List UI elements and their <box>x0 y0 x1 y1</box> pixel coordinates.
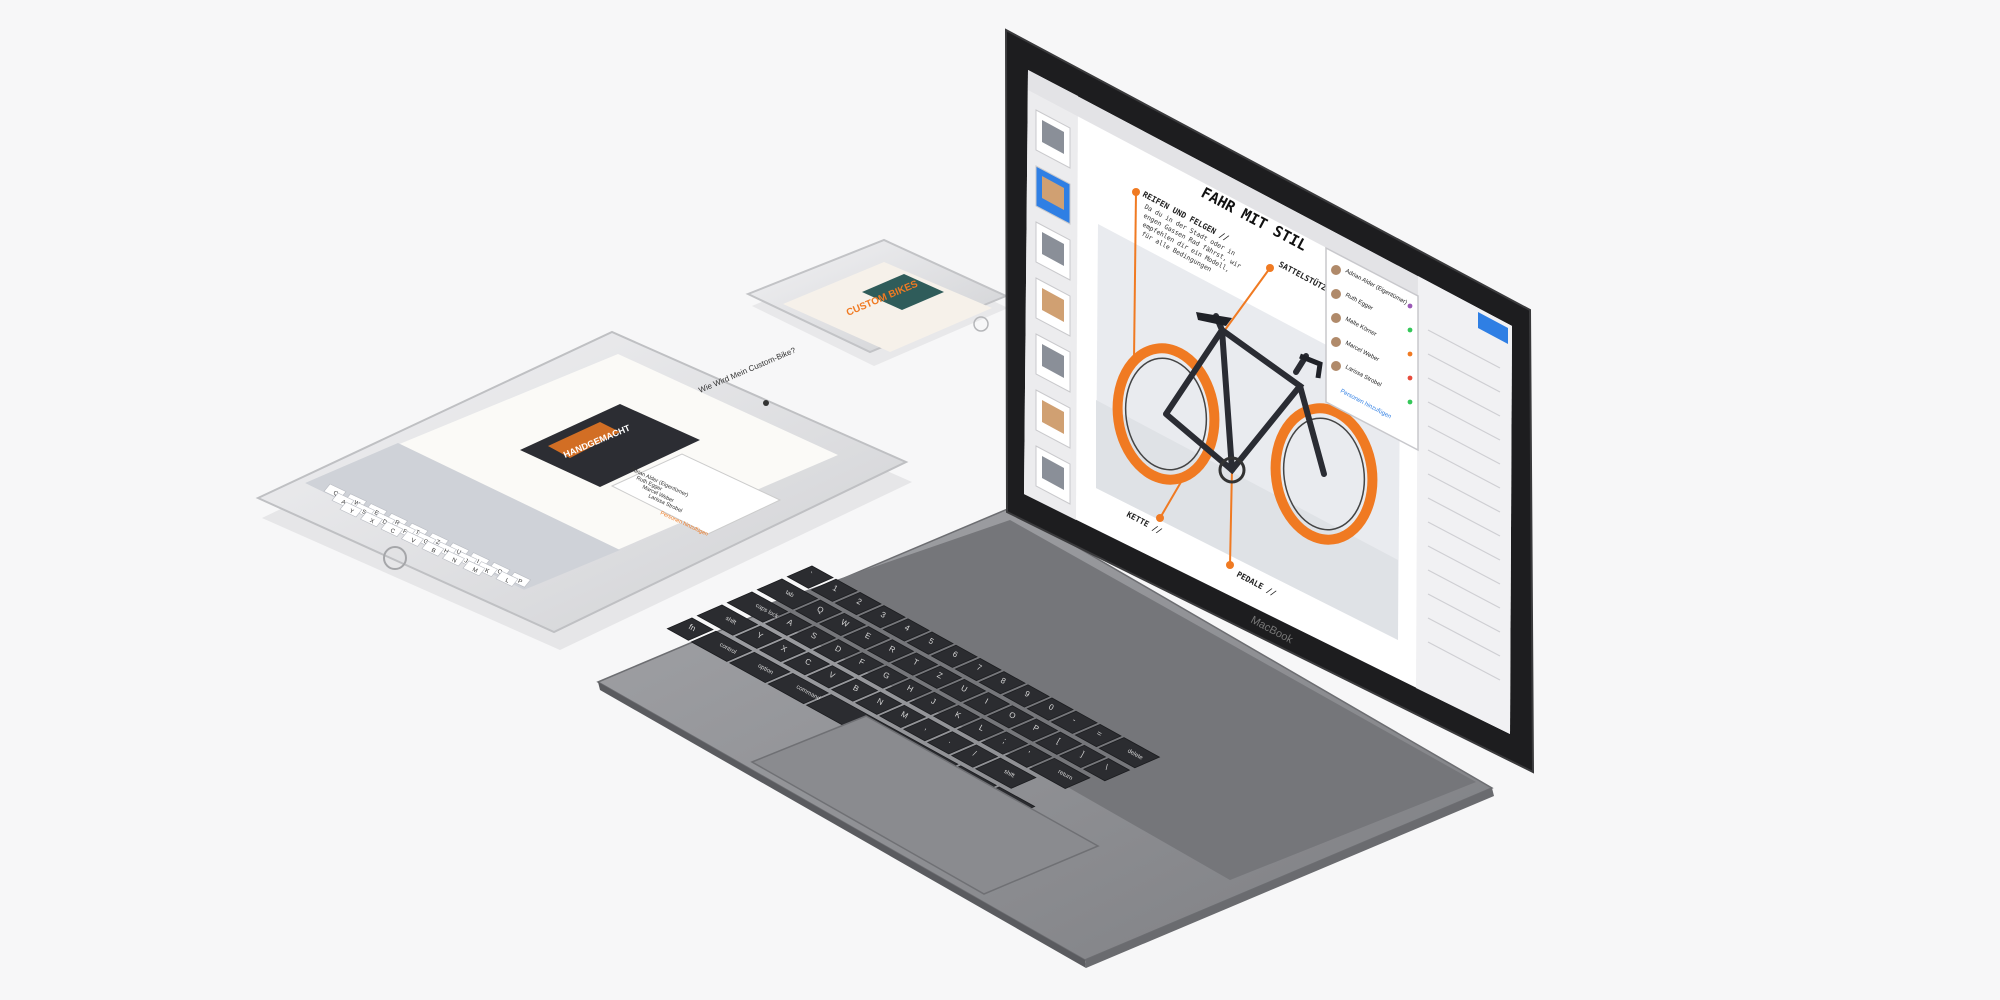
ipad-doc-heading: Wie Wird Mein Custom-Bike? <box>697 346 797 395</box>
collaborator-avatar <box>1331 289 1341 299</box>
collaborator-status-dot <box>1407 327 1413 333</box>
ipad-camera <box>763 400 769 406</box>
format-inspector <box>1416 276 1512 734</box>
collaborator-avatar <box>1331 265 1341 275</box>
collaborator-status-dot <box>1407 303 1413 309</box>
iphone: CUSTOM BIKES <box>745 238 1009 366</box>
collaborator-avatar <box>1331 313 1341 323</box>
collaborator-status-dot <box>1407 351 1413 357</box>
collaborator-status-dot <box>1407 375 1413 381</box>
collaborator-avatar <box>1331 337 1341 347</box>
device-scene: Wie Wird Mein Custom-Bike? HANDGEMACHT Q… <box>255 28 1535 968</box>
collaborator-status-dot <box>1407 399 1413 405</box>
collaborator-avatar <box>1331 361 1341 371</box>
